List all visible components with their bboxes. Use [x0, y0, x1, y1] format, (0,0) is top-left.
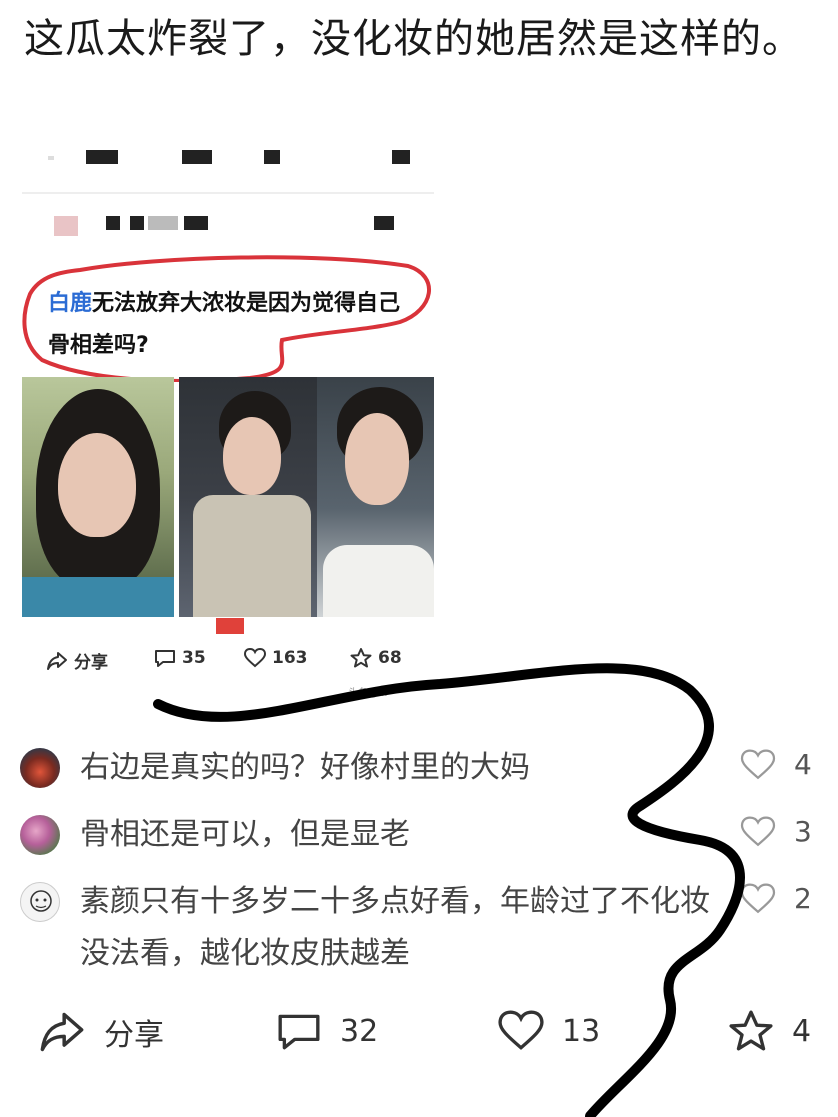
share-label: 分享 [104, 1018, 164, 1053]
heart-icon [244, 648, 266, 668]
comment-like-count: 3 [794, 815, 812, 848]
title-rest: 无法放弃大浓妆是因为觉得自己骨相差吗? [48, 291, 401, 358]
comment-text: 右边是真实的吗？好像村里的大妈 [80, 750, 530, 785]
comment-button[interactable]: 32 [276, 1010, 378, 1052]
embedded-screenshot-card: 白鹿无法放弃大浓妆是因为觉得自己骨相差吗? 分享 35 163 68 头条@..… [22, 140, 434, 699]
clothing [22, 577, 174, 617]
comment-like-button[interactable]: 3 [740, 815, 812, 848]
comment-like-button[interactable]: 4 [740, 748, 812, 781]
clothing [323, 545, 434, 617]
card-comment-stat: 35 [154, 648, 206, 668]
divider [22, 192, 434, 194]
heart-icon [498, 1010, 544, 1050]
photo-left [22, 377, 174, 617]
like-button[interactable]: 13 [498, 1010, 600, 1052]
card-favorite-count: 68 [378, 648, 402, 668]
card-like-stat: 163 [244, 648, 308, 668]
post-action-bar: 分享 32 13 4 [38, 1010, 828, 1060]
heart-icon [740, 882, 776, 913]
comment-icon [155, 650, 175, 667]
photo-right [317, 377, 434, 617]
post-headline: 这瓜太炸裂了，没化妆的她居然是这样的。 [24, 16, 803, 62]
card-like-count: 163 [272, 648, 308, 668]
card-share-label: 分享 [74, 653, 108, 673]
watermark: 头条@... [348, 688, 388, 699]
photo-collage [22, 377, 434, 617]
comment-count: 32 [340, 1013, 379, 1049]
star-icon [729, 1010, 773, 1051]
share-icon [47, 651, 67, 670]
share-button[interactable]: 分享 [38, 1010, 164, 1054]
card-action-bar: 分享 35 163 68 [46, 648, 434, 674]
article-title: 白鹿无法放弃大浓妆是因为觉得自己骨相差吗? [48, 283, 408, 367]
favorite-button[interactable]: 4 [728, 1010, 811, 1052]
red-marker [216, 618, 244, 634]
like-count: 13 [562, 1013, 601, 1049]
card-favorite-stat: 68 [350, 648, 402, 668]
blurred-header [22, 150, 434, 174]
comment-like-count: 4 [794, 748, 812, 781]
clothing [193, 495, 311, 617]
title-highlight: 白鹿 [48, 291, 93, 316]
heart-icon [740, 815, 776, 846]
avatar[interactable] [20, 815, 60, 855]
card-comment-count: 35 [182, 648, 206, 668]
star-icon [350, 648, 372, 668]
share-icon [40, 1012, 84, 1052]
favorite-count: 4 [792, 1013, 812, 1049]
comment-text: 素颜只有十多岁二十多点好看，年龄过了不化妆没法看，越化妆皮肤越差 [80, 884, 710, 971]
avatar[interactable] [20, 748, 60, 788]
card-share-button: 分享 [46, 648, 108, 673]
cartoon-face-icon [30, 890, 52, 912]
comment-like-count: 2 [794, 882, 812, 915]
heart-icon [740, 748, 776, 779]
comment-text: 骨相还是可以，但是显老 [80, 817, 410, 852]
comment-like-button[interactable]: 2 [740, 882, 812, 915]
photo-middle [179, 377, 317, 617]
avatar[interactable] [20, 882, 60, 922]
comment-icon [278, 1014, 320, 1050]
